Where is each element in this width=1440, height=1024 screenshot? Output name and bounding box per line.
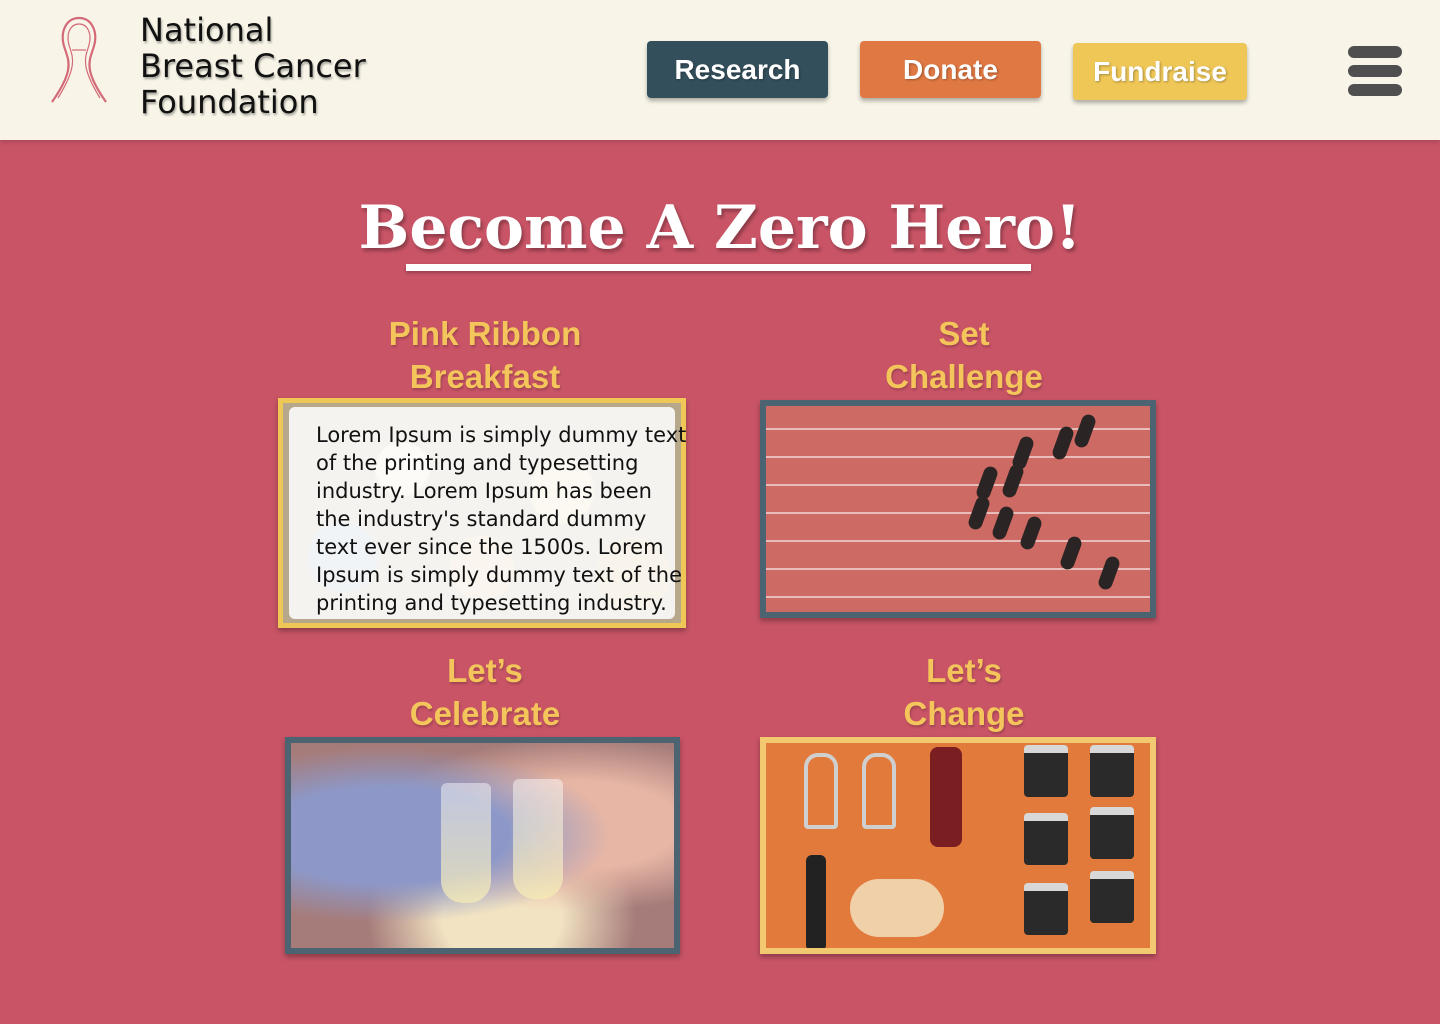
card-title-challenge[interactable]: Set Challenge: [764, 312, 1164, 398]
pink-ribbon-icon: [51, 16, 107, 103]
change-image[interactable]: [760, 737, 1156, 954]
card-title-breakfast[interactable]: Pink Ribbon Breakfast: [285, 312, 685, 398]
logo[interactable]: National Breast Cancer Foundation: [38, 10, 366, 120]
clipper-guard: [1024, 813, 1068, 865]
clipper-guard: [1024, 883, 1068, 935]
page-title: Become A Zero Hero!: [358, 193, 1082, 263]
research-button[interactable]: Research: [647, 41, 828, 98]
track-lane: [766, 568, 1150, 570]
org-name: National Breast Cancer Foundation: [140, 12, 400, 120]
track-lane: [766, 456, 1150, 458]
hamburger-bar: [1348, 84, 1402, 96]
runner: [990, 504, 1016, 542]
runner: [974, 464, 1000, 502]
hair-clipper: [930, 747, 962, 847]
breakfast-description: Lorem Ipsum is simply dummy text of the …: [316, 423, 687, 615]
track-lane: [766, 512, 1150, 514]
runner: [1018, 514, 1044, 552]
clipper-guard: [1090, 807, 1134, 859]
champagne-glass: [513, 779, 563, 899]
hamburger-bar: [1348, 65, 1402, 77]
title-underline: [406, 264, 1031, 271]
track-lane: [766, 596, 1150, 598]
champagne-glass: [441, 783, 491, 903]
challenge-image[interactable]: [760, 400, 1156, 618]
celebrate-image[interactable]: [285, 737, 680, 954]
fundraise-button[interactable]: Fundraise: [1073, 43, 1247, 100]
runner: [1096, 554, 1122, 592]
hair-brush: [850, 879, 944, 937]
hamburger-bar: [1348, 46, 1402, 58]
card-title-line: Challenge: [885, 358, 1043, 395]
card-title-change[interactable]: Let’s Change: [764, 649, 1164, 735]
card-title-line: Let’s: [926, 652, 1002, 689]
runner: [1000, 462, 1026, 500]
site-header: National Breast Cancer Foundation Resear…: [0, 0, 1440, 140]
org-name-line: Foundation: [140, 83, 319, 121]
org-name-line: National: [140, 11, 274, 49]
donate-button[interactable]: Donate: [860, 41, 1041, 98]
comb: [806, 855, 826, 948]
card-title-line: Celebrate: [409, 695, 561, 732]
card-title-line: Breakfast: [409, 358, 561, 395]
card-title-celebrate[interactable]: Let’s Celebrate: [285, 649, 685, 735]
clipper-guard: [1090, 871, 1134, 923]
scissors: [804, 753, 838, 829]
card-title-line: Change: [903, 695, 1025, 732]
track-lane: [766, 484, 1150, 486]
scissors: [862, 753, 896, 829]
card-title-line: Pink Ribbon: [388, 315, 582, 352]
clipper-guard: [1024, 745, 1068, 797]
card-title-line: Set: [938, 315, 990, 352]
track-lane: [766, 540, 1150, 542]
runner: [1072, 412, 1098, 450]
card-title-line: Let’s: [447, 652, 523, 689]
org-name-line: Breast Cancer: [140, 47, 366, 85]
clipper-guard: [1090, 745, 1134, 797]
hamburger-menu-icon[interactable]: [1348, 46, 1402, 96]
